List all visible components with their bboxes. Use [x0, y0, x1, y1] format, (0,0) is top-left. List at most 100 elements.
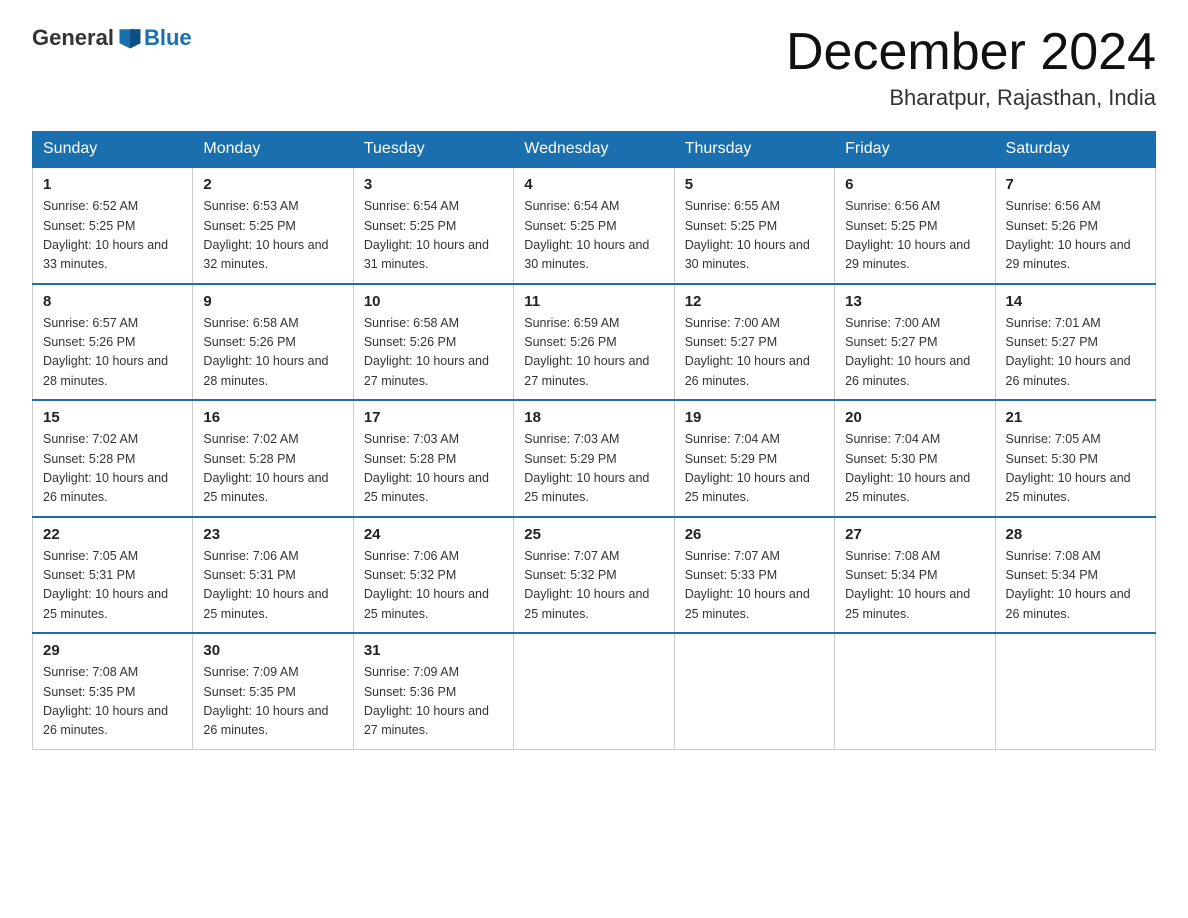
calendar-cell: 31 Sunrise: 7:09 AMSunset: 5:36 PMDaylig…: [353, 633, 513, 749]
calendar-cell: 19 Sunrise: 7:04 AMSunset: 5:29 PMDaylig…: [674, 400, 834, 517]
day-info: Sunrise: 6:58 AMSunset: 5:26 PMDaylight:…: [203, 316, 328, 388]
day-info: Sunrise: 7:06 AMSunset: 5:31 PMDaylight:…: [203, 549, 328, 621]
day-info: Sunrise: 7:05 AMSunset: 5:31 PMDaylight:…: [43, 549, 168, 621]
day-number: 8: [43, 293, 182, 310]
calendar-cell: 26 Sunrise: 7:07 AMSunset: 5:33 PMDaylig…: [674, 517, 834, 634]
day-info: Sunrise: 7:04 AMSunset: 5:30 PMDaylight:…: [845, 432, 970, 504]
logo-blue-text: Blue: [144, 25, 192, 51]
calendar-cell: 25 Sunrise: 7:07 AMSunset: 5:32 PMDaylig…: [514, 517, 674, 634]
calendar-cell: 5 Sunrise: 6:55 AMSunset: 5:25 PMDayligh…: [674, 167, 834, 284]
calendar-cell: 30 Sunrise: 7:09 AMSunset: 5:35 PMDaylig…: [193, 633, 353, 749]
day-header-saturday: Saturday: [995, 132, 1155, 168]
day-number: 28: [1006, 526, 1145, 543]
week-row-5: 29 Sunrise: 7:08 AMSunset: 5:35 PMDaylig…: [33, 633, 1156, 749]
week-row-3: 15 Sunrise: 7:02 AMSunset: 5:28 PMDaylig…: [33, 400, 1156, 517]
logo: General Blue: [32, 24, 192, 52]
calendar-cell: 14 Sunrise: 7:01 AMSunset: 5:27 PMDaylig…: [995, 284, 1155, 401]
day-number: 22: [43, 526, 182, 543]
day-info: Sunrise: 7:07 AMSunset: 5:32 PMDaylight:…: [524, 549, 649, 621]
week-row-2: 8 Sunrise: 6:57 AMSunset: 5:26 PMDayligh…: [33, 284, 1156, 401]
day-header-tuesday: Tuesday: [353, 132, 513, 168]
title-area: December 2024 Bharatpur, Rajasthan, Indi…: [786, 24, 1156, 111]
day-info: Sunrise: 7:08 AMSunset: 5:35 PMDaylight:…: [43, 665, 168, 737]
day-number: 23: [203, 526, 342, 543]
calendar-cell: 11 Sunrise: 6:59 AMSunset: 5:26 PMDaylig…: [514, 284, 674, 401]
day-number: 18: [524, 409, 663, 426]
day-info: Sunrise: 7:05 AMSunset: 5:30 PMDaylight:…: [1006, 432, 1131, 504]
calendar-cell: [514, 633, 674, 749]
day-info: Sunrise: 7:07 AMSunset: 5:33 PMDaylight:…: [685, 549, 810, 621]
day-number: 12: [685, 293, 824, 310]
day-number: 11: [524, 293, 663, 310]
logo-general-text: General: [32, 25, 114, 51]
day-number: 5: [685, 176, 824, 193]
day-number: 30: [203, 642, 342, 659]
day-info: Sunrise: 7:06 AMSunset: 5:32 PMDaylight:…: [364, 549, 489, 621]
calendar-cell: 4 Sunrise: 6:54 AMSunset: 5:25 PMDayligh…: [514, 167, 674, 284]
calendar-cell: 12 Sunrise: 7:00 AMSunset: 5:27 PMDaylig…: [674, 284, 834, 401]
day-number: 16: [203, 409, 342, 426]
day-info: Sunrise: 6:53 AMSunset: 5:25 PMDaylight:…: [203, 199, 328, 271]
calendar-cell: 20 Sunrise: 7:04 AMSunset: 5:30 PMDaylig…: [835, 400, 995, 517]
calendar-cell: 2 Sunrise: 6:53 AMSunset: 5:25 PMDayligh…: [193, 167, 353, 284]
day-number: 15: [43, 409, 182, 426]
day-number: 25: [524, 526, 663, 543]
calendar-cell: 16 Sunrise: 7:02 AMSunset: 5:28 PMDaylig…: [193, 400, 353, 517]
calendar-cell: 24 Sunrise: 7:06 AMSunset: 5:32 PMDaylig…: [353, 517, 513, 634]
day-number: 1: [43, 176, 182, 193]
day-number: 10: [364, 293, 503, 310]
day-number: 19: [685, 409, 824, 426]
day-info: Sunrise: 7:04 AMSunset: 5:29 PMDaylight:…: [685, 432, 810, 504]
day-header-sunday: Sunday: [33, 132, 193, 168]
day-info: Sunrise: 7:00 AMSunset: 5:27 PMDaylight:…: [845, 316, 970, 388]
calendar-cell: 18 Sunrise: 7:03 AMSunset: 5:29 PMDaylig…: [514, 400, 674, 517]
day-number: 21: [1006, 409, 1145, 426]
day-info: Sunrise: 6:59 AMSunset: 5:26 PMDaylight:…: [524, 316, 649, 388]
calendar-cell: 27 Sunrise: 7:08 AMSunset: 5:34 PMDaylig…: [835, 517, 995, 634]
day-info: Sunrise: 7:08 AMSunset: 5:34 PMDaylight:…: [845, 549, 970, 621]
calendar-subtitle: Bharatpur, Rajasthan, India: [786, 85, 1156, 111]
day-header-monday: Monday: [193, 132, 353, 168]
calendar-cell: [674, 633, 834, 749]
day-info: Sunrise: 7:01 AMSunset: 5:27 PMDaylight:…: [1006, 316, 1131, 388]
calendar-cell: 1 Sunrise: 6:52 AMSunset: 5:25 PMDayligh…: [33, 167, 193, 284]
header-row: SundayMondayTuesdayWednesdayThursdayFrid…: [33, 132, 1156, 168]
day-number: 27: [845, 526, 984, 543]
week-row-1: 1 Sunrise: 6:52 AMSunset: 5:25 PMDayligh…: [33, 167, 1156, 284]
calendar-cell: 10 Sunrise: 6:58 AMSunset: 5:26 PMDaylig…: [353, 284, 513, 401]
calendar-cell: 8 Sunrise: 6:57 AMSunset: 5:26 PMDayligh…: [33, 284, 193, 401]
day-info: Sunrise: 7:09 AMSunset: 5:35 PMDaylight:…: [203, 665, 328, 737]
day-info: Sunrise: 6:58 AMSunset: 5:26 PMDaylight:…: [364, 316, 489, 388]
day-number: 6: [845, 176, 984, 193]
day-number: 9: [203, 293, 342, 310]
day-info: Sunrise: 7:03 AMSunset: 5:28 PMDaylight:…: [364, 432, 489, 504]
logo-icon: [116, 24, 144, 52]
day-info: Sunrise: 6:54 AMSunset: 5:25 PMDaylight:…: [364, 199, 489, 271]
calendar-cell: 7 Sunrise: 6:56 AMSunset: 5:26 PMDayligh…: [995, 167, 1155, 284]
calendar-cell: 6 Sunrise: 6:56 AMSunset: 5:25 PMDayligh…: [835, 167, 995, 284]
day-info: Sunrise: 6:54 AMSunset: 5:25 PMDaylight:…: [524, 199, 649, 271]
calendar-cell: 9 Sunrise: 6:58 AMSunset: 5:26 PMDayligh…: [193, 284, 353, 401]
page-header: General Blue December 2024 Bharatpur, Ra…: [32, 24, 1156, 111]
calendar-cell: 21 Sunrise: 7:05 AMSunset: 5:30 PMDaylig…: [995, 400, 1155, 517]
day-info: Sunrise: 7:09 AMSunset: 5:36 PMDaylight:…: [364, 665, 489, 737]
calendar-table: SundayMondayTuesdayWednesdayThursdayFrid…: [32, 131, 1156, 750]
day-number: 13: [845, 293, 984, 310]
calendar-cell: [835, 633, 995, 749]
day-info: Sunrise: 7:00 AMSunset: 5:27 PMDaylight:…: [685, 316, 810, 388]
day-header-friday: Friday: [835, 132, 995, 168]
day-number: 14: [1006, 293, 1145, 310]
day-number: 29: [43, 642, 182, 659]
week-row-4: 22 Sunrise: 7:05 AMSunset: 5:31 PMDaylig…: [33, 517, 1156, 634]
day-info: Sunrise: 6:56 AMSunset: 5:25 PMDaylight:…: [845, 199, 970, 271]
day-info: Sunrise: 6:52 AMSunset: 5:25 PMDaylight:…: [43, 199, 168, 271]
day-number: 4: [524, 176, 663, 193]
calendar-cell: 15 Sunrise: 7:02 AMSunset: 5:28 PMDaylig…: [33, 400, 193, 517]
day-number: 17: [364, 409, 503, 426]
calendar-cell: 29 Sunrise: 7:08 AMSunset: 5:35 PMDaylig…: [33, 633, 193, 749]
calendar-title: December 2024: [786, 24, 1156, 81]
day-header-wednesday: Wednesday: [514, 132, 674, 168]
calendar-cell: 22 Sunrise: 7:05 AMSunset: 5:31 PMDaylig…: [33, 517, 193, 634]
calendar-cell: 28 Sunrise: 7:08 AMSunset: 5:34 PMDaylig…: [995, 517, 1155, 634]
day-number: 3: [364, 176, 503, 193]
